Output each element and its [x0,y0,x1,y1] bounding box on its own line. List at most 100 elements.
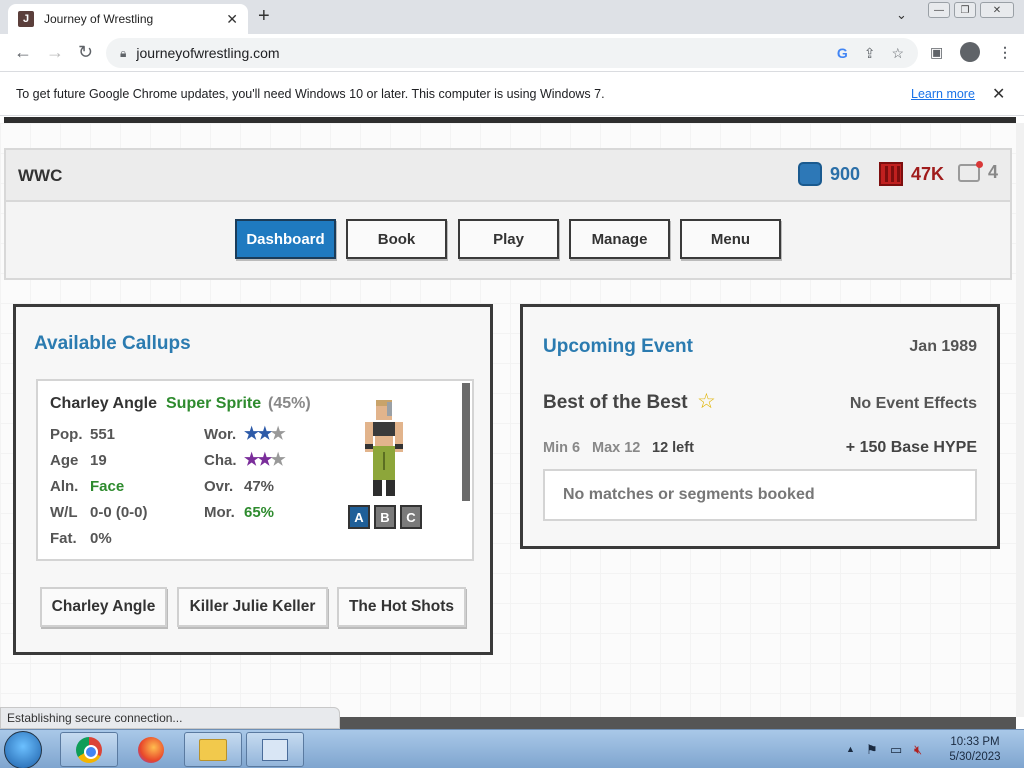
site-favicon-icon: J [18,11,34,27]
tray-expand-icon[interactable]: ▲ [846,744,855,754]
lock-icon: 🔒︎ [120,45,127,60]
learn-more-link[interactable]: Learn more [911,87,975,101]
nav-dashboard-button[interactable]: Dashboard [235,219,336,259]
callup-charley-angle-button[interactable]: Charley Angle [40,587,167,627]
browser-toolbar: ← → ↻ 🔒︎ journeyofwrestling.com G ⇪ ☆ ▣ … [0,34,1024,72]
reload-icon[interactable]: ↻ [78,42,93,63]
taskbar-firefox[interactable] [122,732,180,767]
coin-icon [798,162,822,186]
hype-value: 47K [911,163,945,184]
messages-stat[interactable]: 4 [958,160,999,183]
wrestler-style-pct: (45%) [268,395,311,412]
event-date: Jan 1989 [909,338,977,355]
pop-label: Pop. [50,426,83,443]
age-value: 19 [90,452,107,469]
tab-strip: J Journey of Wrestling ✕ + ⌄ — ❐ ✕ [0,0,1024,34]
morale-label: Mor. [204,504,235,521]
forward-arrow-icon[interactable]: → [46,42,64,63]
browser-tab[interactable]: J Journey of Wrestling ✕ [8,4,248,34]
page-scrollbar[interactable] [1016,123,1024,717]
bookmark-star-icon[interactable]: ☆ [891,45,904,62]
new-tab-button[interactable]: + [258,5,270,28]
google-lens-icon[interactable]: G [837,45,848,62]
tab-close-icon[interactable]: ✕ [226,11,238,28]
volume-muted-icon[interactable]: 🔇︎ [914,742,922,758]
chrome-icon [76,736,102,763]
promotion-name: WWC [18,166,63,185]
tag-c-button[interactable]: C [400,505,422,529]
windows-taskbar: ▲ ⚑ ▭ 🔇︎ 10:33 PM 5/30/2023 [0,729,1024,768]
wrestler-detail-panel: Charley Angle Super Sprite (45%) Pop. 55… [36,379,474,561]
callup-the-hot-shots-button[interactable]: The Hot Shots [337,587,466,627]
nav-book-button[interactable]: Book [346,219,447,259]
profile-avatar-icon[interactable] [960,42,980,62]
share-icon[interactable]: ⇪ [864,45,876,62]
tab-title: Journey of Wrestling [44,12,154,26]
win-loss-value: 0-0 (0-0) [90,504,148,521]
start-button[interactable] [4,731,42,768]
chrome-menu-icon[interactable]: ⋮ [998,44,1012,61]
detail-scrollbar[interactable] [462,383,470,501]
event-base-hype: + 150 Base HYPE [845,439,977,456]
taskbar-chrome[interactable] [60,732,118,767]
tag-b-button[interactable]: B [374,505,396,529]
fatigue-label: Fat. [50,530,77,547]
nav-manage-button[interactable]: Manage [569,219,670,259]
callups-card: Available Callups Charley Angle Super Sp… [13,304,493,655]
upcoming-event-card: Upcoming Event Jan 1989 Best of the Best… [520,304,1000,549]
minimize-button[interactable]: — [928,2,950,18]
game-nav: Dashboard Book Play Manage Menu [4,202,1012,280]
work-label: Wor. [204,426,237,443]
nav-play-button[interactable]: Play [458,219,559,259]
alignment-value: Face [90,478,125,495]
event-name[interactable]: Best of the Best [543,392,688,414]
url-text[interactable]: journeyofwrestling.com [136,45,279,61]
wrestler-style: Super Sprite [166,395,262,412]
system-clock[interactable]: 10:33 PM 5/30/2023 [940,735,1010,765]
taskbar-explorer[interactable] [184,732,242,767]
update-infobar: To get future Google Chrome updates, you… [0,72,1024,116]
work-stars: ★★★ [244,424,286,443]
hype-icon [879,162,903,186]
back-arrow-icon[interactable]: ← [14,42,32,63]
close-window-button[interactable]: ✕ [980,2,1014,18]
clock-date: 5/30/2023 [949,751,1001,763]
address-bar[interactable]: 🔒︎ journeyofwrestling.com G ⇪ ☆ [106,38,918,68]
wrestler-name[interactable]: Charley Angle [50,395,157,413]
messages-count: 4 [988,162,999,182]
pop-value: 551 [90,426,116,443]
coins-stat[interactable]: 900 [798,162,860,186]
clock-time: 10:33 PM [950,736,1000,748]
folder-icon [199,738,227,761]
callup-killer-julie-keller-button[interactable]: Killer Julie Keller [177,587,328,627]
tab-search-chevron-icon[interactable]: ⌄ [896,7,907,23]
charisma-stars: ★★★ [244,450,286,469]
event-empty-card[interactable]: No matches or segments booked [543,469,977,521]
network-icon[interactable]: ▭ [890,742,902,758]
overall-label: Ovr. [204,478,234,495]
hype-stat[interactable]: 47K [879,162,944,186]
messages-icon [958,160,983,182]
win-loss-label: W/L [50,504,78,521]
page-bottom-bar [340,717,1016,729]
infobar-message: To get future Google Chrome updates, you… [16,87,605,101]
page-top-bar [4,117,1016,123]
restore-button[interactable]: ❐ [954,2,976,18]
firefox-icon [138,736,164,763]
favorite-star-icon[interactable]: ☆ [697,389,716,414]
morale-value: 65% [244,504,275,521]
side-panel-icon[interactable]: ▣ [930,44,943,61]
event-min: Min 6 [543,440,581,456]
action-center-flag-icon[interactable]: ⚑ [866,742,878,758]
nav-menu-button[interactable]: Menu [680,219,781,259]
control-panel-icon [262,738,288,761]
taskbar-control-panel[interactable] [246,732,304,767]
alignment-label: Aln. [50,478,79,495]
infobar-close-icon[interactable]: ✕ [992,84,1005,104]
tag-a-button[interactable]: A [348,505,370,529]
coins-value: 900 [830,163,861,184]
wrestler-sprite [365,400,403,496]
charisma-label: Cha. [204,452,237,469]
game-header: WWC 900 47K 4 [4,148,1012,202]
event-effects: No Event Effects [849,395,977,412]
